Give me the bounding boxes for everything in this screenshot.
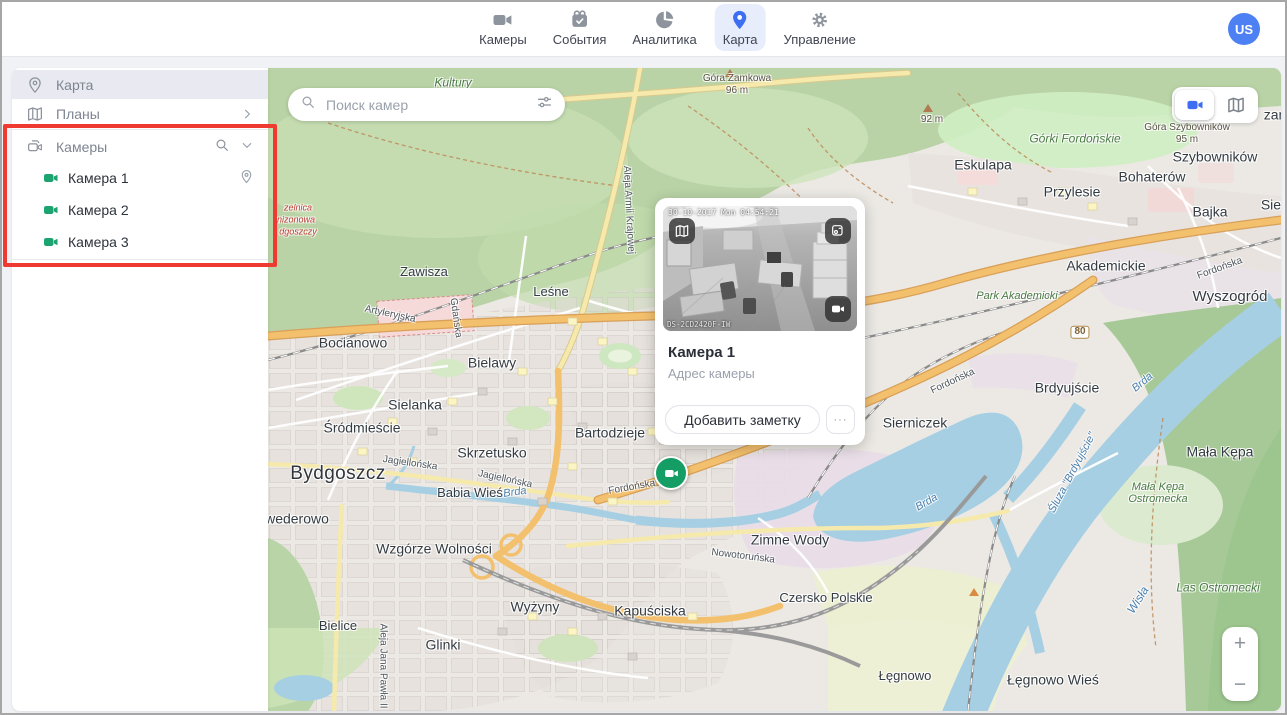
nav-label: Карта	[723, 32, 758, 47]
nav-label: Управление	[784, 32, 856, 47]
open-in-new-window-button[interactable]	[825, 218, 851, 244]
camera-name: Камера 2	[68, 202, 129, 218]
add-note-button[interactable]: Добавить заметку	[665, 405, 820, 434]
camera-video-thumbnail[interactable]: 30-10-2017 Mon 04:54:21 DS-2CD2420F-IW	[663, 206, 857, 331]
main-nav: Камеры События Аналитика Карта	[471, 4, 864, 51]
camera-status-icon	[43, 170, 59, 186]
popup-camera-title: Камера 1	[668, 344, 735, 361]
video-camera-icon	[663, 465, 680, 482]
sidebar: Карта Планы Камеры	[12, 68, 268, 711]
camera-map-marker[interactable]	[654, 456, 688, 490]
osd-camera-model: DS-2CD2420F-IW	[667, 320, 730, 329]
camera-status-icon	[43, 234, 59, 250]
pin-on-map-icon[interactable]	[239, 169, 254, 187]
events-calendar-icon	[569, 9, 591, 31]
cameras-layer-button[interactable]	[1175, 90, 1214, 120]
map-zoom-control: + −	[1222, 627, 1258, 701]
nav-item-events[interactable]: События	[545, 4, 615, 51]
camera-search-bar	[288, 88, 565, 121]
nav-label: Камеры	[479, 32, 527, 47]
divider	[12, 259, 268, 260]
sidebar-item-label: Планы	[56, 106, 100, 122]
camera-status-icon	[43, 202, 59, 218]
camera-popup-card: 30-10-2017 Mon 04:54:21 DS-2CD2420F-IW К…	[655, 198, 865, 445]
content-area: Карта Планы Камеры	[12, 68, 1281, 711]
map-layer-button[interactable]	[1216, 90, 1255, 120]
zoom-in-button[interactable]: +	[1222, 633, 1258, 654]
map-canvas[interactable]: KulturyGóra Zamkowa96 m92 mGórki Fordońs…	[268, 68, 1281, 711]
show-on-plan-button[interactable]	[669, 218, 695, 244]
video-camera-icon	[492, 9, 514, 31]
osd-timestamp: 30-10-2017 Mon 04:54:21	[668, 208, 779, 217]
top-navigation-bar: Камеры События Аналитика Карта	[0, 0, 1287, 57]
nav-item-analytics[interactable]: Аналитика	[624, 4, 704, 51]
chevron-right-icon	[240, 107, 254, 121]
camera-name: Камера 3	[68, 234, 129, 250]
nav-label: События	[553, 32, 607, 47]
camera-list-item-1[interactable]: Камера 1	[12, 162, 268, 194]
sidebar-item-plans[interactable]: Планы	[12, 99, 268, 128]
camera-list-item-3[interactable]: Камера 3	[12, 226, 268, 258]
application-window: Камеры События Аналитика Карта	[0, 0, 1287, 715]
divider	[12, 129, 268, 130]
chevron-down-icon[interactable]	[240, 138, 254, 155]
sidebar-cameras-header[interactable]: Камеры	[12, 131, 268, 162]
filter-settings-icon[interactable]	[536, 94, 553, 116]
map-layer-toggle	[1172, 87, 1258, 123]
sidebar-item-label: Карта	[56, 77, 93, 93]
sidebar-section-label: Камеры	[56, 139, 107, 155]
location-pin-icon	[729, 9, 751, 31]
search-icon[interactable]	[214, 137, 230, 156]
pie-chart-icon	[654, 9, 676, 31]
zoom-out-button[interactable]: −	[1222, 674, 1258, 695]
popup-camera-address: Адрес камеры	[668, 366, 755, 381]
camera-name: Камера 1	[68, 170, 129, 186]
live-video-button[interactable]	[825, 296, 851, 322]
user-avatar[interactable]: US	[1228, 13, 1260, 45]
camera-list-item-2[interactable]: Камера 2	[12, 194, 268, 226]
cameras-group-icon	[26, 138, 44, 156]
gear-icon	[809, 9, 831, 31]
search-icon	[300, 94, 316, 115]
nav-item-cameras[interactable]: Камеры	[471, 4, 535, 51]
more-options-button[interactable]: ···	[826, 405, 855, 434]
nav-item-management[interactable]: Управление	[776, 4, 864, 51]
plans-map-icon	[26, 105, 44, 123]
location-pin-outline-icon	[26, 76, 44, 94]
sidebar-item-map[interactable]: Карта	[12, 70, 268, 99]
search-input[interactable]	[324, 96, 528, 114]
nav-item-map[interactable]: Карта	[715, 4, 766, 51]
nav-label: Аналитика	[632, 32, 696, 47]
